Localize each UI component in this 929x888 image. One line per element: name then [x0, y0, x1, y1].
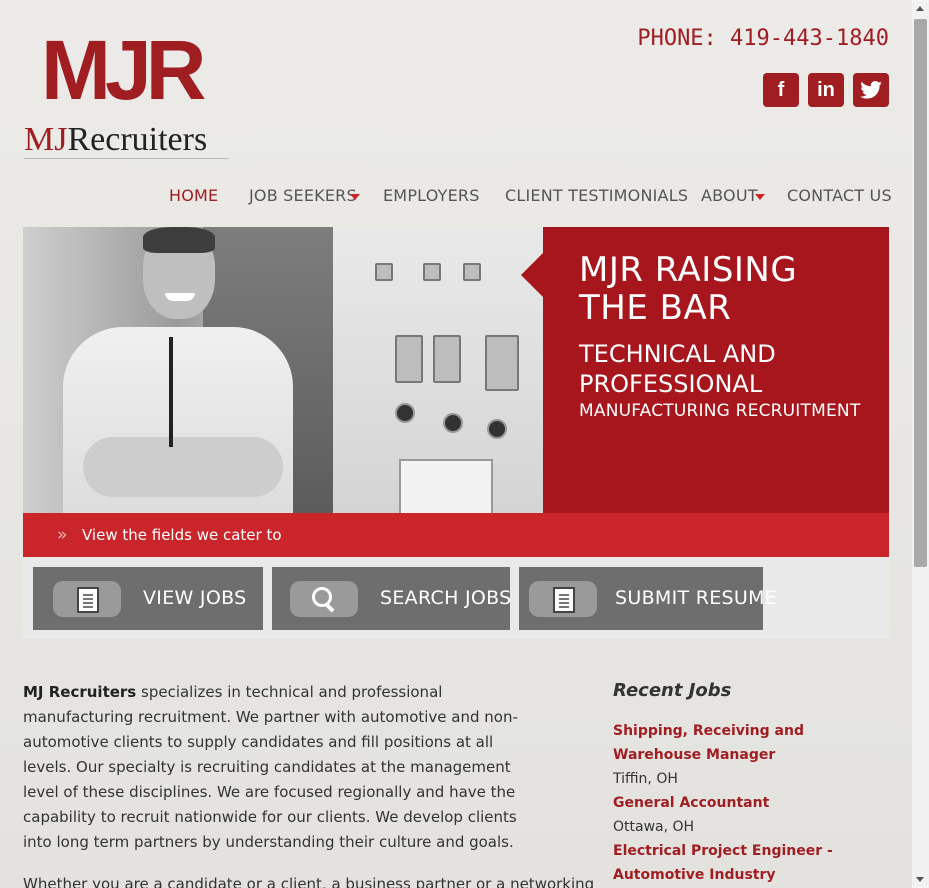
job-listing: General Accountant Ottawa, OH: [613, 791, 883, 839]
job-title-link[interactable]: Shipping, Receiving and Warehouse Manage…: [613, 723, 804, 763]
vertical-scrollbar[interactable]: [912, 0, 929, 888]
about-caret-icon[interactable]: [755, 194, 765, 200]
magnifier-handle: [324, 602, 335, 613]
logo-text-rest: Recruiters: [67, 121, 208, 158]
double-chevron-right-icon: »: [57, 525, 68, 545]
photo-knob: [395, 403, 415, 423]
resume-upload-icon: [529, 581, 597, 617]
photo-person-arms: [83, 437, 283, 497]
scroll-down-arrow-icon[interactable]: [912, 871, 929, 888]
hero-banner: MJR RAISING THE BAR TECHNICAL AND PROFES…: [23, 227, 889, 513]
job-seekers-caret-icon[interactable]: [350, 194, 360, 200]
search-jobs-label: SEARCH JOBS: [380, 587, 512, 609]
photo-meter: [395, 335, 423, 383]
document-lines: [83, 594, 93, 596]
job-location: Ottawa, OH: [613, 819, 695, 835]
view-jobs-label: VIEW JOBS: [143, 587, 247, 609]
intro-company-name: MJ Recruiters: [23, 683, 137, 701]
hero-subtitle-line1: TECHNICAL AND: [579, 340, 776, 368]
hero-title: MJR RAISING THE BAR: [579, 251, 879, 327]
phone-number[interactable]: PHONE: 419-443-1840: [637, 26, 889, 51]
logo-mark: MJR: [41, 23, 206, 117]
cater-fields-text: View the fields we cater to: [82, 526, 282, 544]
logo-underline: [24, 158, 229, 159]
view-jobs-button[interactable]: VIEW JOBS: [33, 567, 263, 630]
page: MJR MJRecruiters PHONE: 419-443-1840 f i…: [0, 0, 912, 888]
photo-meter: [433, 335, 461, 383]
submit-resume-button[interactable]: SUBMIT RESUME: [519, 567, 777, 630]
photo-indicator: [375, 263, 393, 281]
nav-client-testimonials[interactable]: CLIENT TESTIMONIALS: [505, 186, 688, 205]
resume-lines: [559, 594, 569, 596]
photo-knob: [487, 419, 507, 439]
nav-job-seekers[interactable]: JOB SEEKERS: [249, 186, 357, 205]
scrollbar-thumb[interactable]: [914, 19, 927, 567]
logo-wordmark: MJRecruiters: [24, 120, 207, 160]
job-location: Tiffin, OH: [613, 771, 678, 787]
cater-fields-link[interactable]: » View the fields we cater to: [23, 513, 889, 557]
job-listing: Shipping, Receiving and Warehouse Manage…: [613, 719, 883, 791]
intro-paragraph: MJ Recruiters specializes in technical a…: [23, 680, 543, 855]
intro-body: specializes in technical and professiona…: [23, 683, 518, 851]
hero-subtitle: TECHNICAL AND PROFESSIONAL: [579, 339, 879, 399]
hero-panel-notch: [521, 253, 543, 297]
photo-knob: [443, 413, 463, 433]
hero-subtitle-line2: PROFESSIONAL: [579, 370, 763, 398]
hero-title-line2: THE BAR: [579, 288, 732, 328]
site-logo[interactable]: MJR MJRecruiters: [24, 23, 234, 160]
submit-resume-label: SUBMIT RESUME: [615, 587, 778, 609]
photo-indicator: [463, 263, 481, 281]
search-icon: [290, 581, 358, 617]
facebook-icon[interactable]: f: [763, 73, 799, 107]
logo-text-mj: MJ: [24, 121, 68, 158]
job-title-link[interactable]: General Accountant: [613, 795, 769, 811]
document-icon: [53, 581, 121, 617]
photo-display: [399, 459, 493, 513]
hero-photo: [23, 227, 543, 513]
photo-meter: [485, 335, 519, 391]
hero-tagline: MANUFACTURING RECRUITMENT: [579, 401, 861, 421]
linkedin-icon[interactable]: in: [808, 73, 844, 107]
action-buttons: VIEW JOBS SEARCH JOBS SUBMIT RESUME: [23, 557, 889, 639]
nav-contact-us[interactable]: CONTACT US: [787, 186, 892, 205]
photo-person-hair: [143, 227, 215, 253]
scroll-up-arrow-icon[interactable]: [912, 0, 929, 17]
photo-indicator: [423, 263, 441, 281]
nav-employers[interactable]: EMPLOYERS: [383, 186, 480, 205]
job-title-link[interactable]: Electrical Project Engineer - Automotive…: [613, 843, 833, 883]
search-jobs-button[interactable]: SEARCH JOBS: [272, 567, 512, 630]
nav-about[interactable]: ABOUT: [701, 186, 758, 205]
main-nav: HOME JOB SEEKERS EMPLOYERS CLIENT TESTIM…: [0, 186, 912, 210]
intro-paragraph-2: Whether you are a candidate or a client,…: [23, 875, 595, 888]
nav-home[interactable]: HOME: [169, 186, 218, 205]
photo-lanyard: [169, 337, 173, 447]
job-listing: Electrical Project Engineer - Automotive…: [613, 839, 883, 887]
hero-title-line1: MJR RAISING: [579, 250, 798, 290]
resume-glyph: [553, 587, 575, 613]
photo-smile: [165, 293, 195, 301]
recent-jobs-title: Recent Jobs: [613, 680, 732, 701]
document-glyph: [77, 587, 99, 613]
twitter-icon[interactable]: [853, 73, 889, 107]
